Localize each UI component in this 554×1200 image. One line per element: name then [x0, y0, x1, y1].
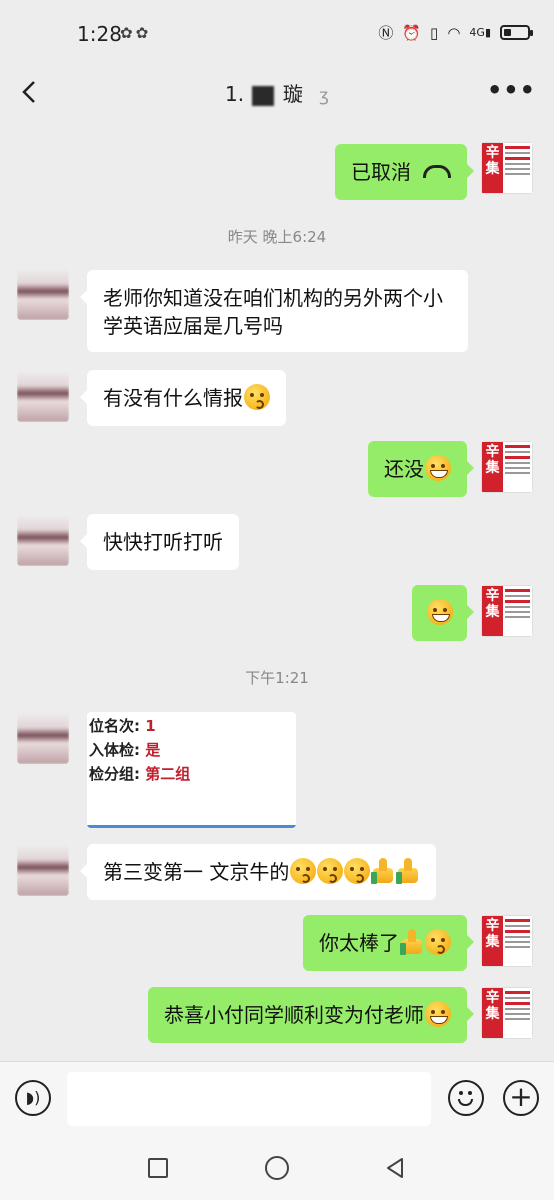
- plus-icon[interactable]: +: [503, 1080, 539, 1116]
- timestamp: 下午1:21: [245, 669, 309, 687]
- kiss-face-emoji: [317, 858, 344, 884]
- laugh-cry-emoji: [425, 455, 451, 481]
- chat-title-prefix: 1.: [225, 82, 245, 106]
- kiss-face-emoji: [290, 858, 317, 884]
- home-icon[interactable]: [265, 1156, 289, 1180]
- status-time: 1:28: [77, 22, 122, 46]
- message-text: 还没: [384, 457, 424, 481]
- input-bar: ◗) +: [0, 1061, 554, 1138]
- thumbs-up-emoji: [400, 929, 424, 955]
- wechat-icon: ✿✿: [120, 24, 152, 42]
- card-progress-bar: [87, 825, 296, 828]
- message-bubble[interactable]: [412, 585, 474, 641]
- thumbs-up-emoji: [371, 858, 395, 884]
- timestamp: 昨天 晚上6:24: [227, 228, 327, 246]
- wifi-icon: ◠: [447, 23, 461, 42]
- avatar[interactable]: 辛集: [481, 987, 533, 1039]
- avatar[interactable]: 辛集: [481, 142, 533, 194]
- message-bubble[interactable]: 你太棒了: [303, 915, 474, 971]
- phone-hangup-icon: [423, 165, 451, 178]
- avatar[interactable]: [17, 514, 69, 566]
- avatar[interactable]: 辛集: [481, 915, 533, 967]
- message-bubble[interactable]: 恭喜小付同学顺利变为付老师: [148, 987, 474, 1043]
- message-text: 恭喜小付同学顺利变为付老师: [164, 1003, 424, 1027]
- message-bubble[interactable]: 已取消: [335, 144, 474, 200]
- avatar[interactable]: 辛集: [481, 441, 533, 493]
- status-icons: Ⓝ ⏰ ▯ ◠ 4G▮: [378, 22, 533, 43]
- message-text: 第三变第一 文京牛的: [103, 860, 290, 884]
- shared-card[interactable]: 位名次: 1 入体检: 是 检分组: 第二组: [87, 712, 296, 828]
- alarm-icon: ⏰: [402, 23, 422, 42]
- message-bubble[interactable]: 有没有什么情报: [80, 370, 286, 426]
- message-input[interactable]: [67, 1072, 431, 1126]
- avatar[interactable]: [17, 712, 69, 764]
- message-bubble[interactable]: 还没: [368, 441, 474, 497]
- message-text: 老师你知道没在咱们机构的另外两个小学英语应届是几号吗: [103, 286, 443, 338]
- redacted-name: [252, 85, 275, 106]
- kiss-face-emoji: [244, 384, 270, 410]
- avatar[interactable]: [17, 844, 69, 896]
- chat-title-suffix: 璇: [282, 82, 303, 106]
- message-text: 快快打听打听: [103, 530, 223, 554]
- signal-4g-icon: 4G▮: [469, 26, 491, 39]
- ear-icon: ʒ: [319, 86, 329, 106]
- card-line: 检分组: 第二组: [89, 765, 191, 783]
- grin-emoji: [425, 1001, 451, 1027]
- kiss-face-emoji: [425, 929, 451, 955]
- message-bubble[interactable]: 快快打听打听: [80, 514, 239, 570]
- avatar[interactable]: [17, 370, 69, 422]
- grin-emoji: [427, 599, 453, 625]
- emoji-icon[interactable]: [448, 1080, 484, 1116]
- card-line: 入体检: 是: [89, 741, 161, 759]
- battery-icon: [500, 25, 533, 40]
- thumbs-up-emoji: [396, 858, 420, 884]
- kiss-face-emoji: [344, 858, 371, 884]
- message-bubble[interactable]: 第三变第一 文京牛的: [79, 844, 437, 900]
- system-nav-bar: [0, 1137, 554, 1200]
- avatar[interactable]: [17, 268, 69, 320]
- message-text: 有没有什么情报: [103, 386, 243, 410]
- back-icon[interactable]: [383, 1156, 407, 1180]
- nfc-icon: Ⓝ: [378, 24, 394, 42]
- recent-apps-icon[interactable]: [148, 1158, 168, 1178]
- message-bubble[interactable]: 老师你知道没在咱们机构的另外两个小学英语应届是几号吗: [80, 270, 468, 352]
- chat-header: 1. 璇 ʒ •••: [0, 66, 554, 122]
- avatar[interactable]: 辛集: [481, 585, 533, 637]
- voice-icon[interactable]: ◗): [15, 1080, 51, 1116]
- chat-title: 1. 璇 ʒ: [0, 78, 554, 107]
- message-text: 已取消: [351, 160, 411, 184]
- more-button[interactable]: •••: [487, 76, 536, 104]
- card-line: 位名次: 1: [89, 717, 156, 735]
- message-text: 你太棒了: [319, 931, 399, 955]
- status-bar: 1:28 ✿✿ Ⓝ ⏰ ▯ ◠ 4G▮: [0, 0, 554, 66]
- vibrate-icon: ▯: [430, 23, 439, 42]
